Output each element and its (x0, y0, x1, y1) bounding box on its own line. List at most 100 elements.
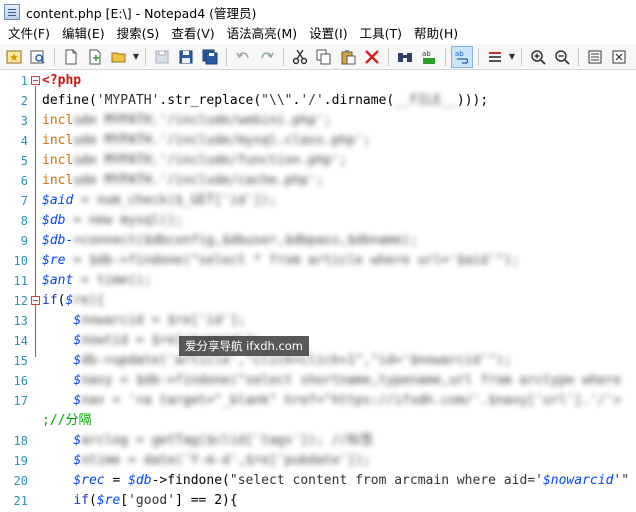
code-token: = $db->findone("select * from article wh… (65, 253, 520, 268)
favorites-icon[interactable] (3, 46, 25, 68)
code-text: include MYPATH.'/include/webini.php'; (42, 111, 332, 131)
open-folder-icon[interactable] (108, 46, 130, 68)
zoom-out-icon[interactable] (551, 46, 573, 68)
code-line[interactable]: 10 $re = $db->findone("select * from arti… (0, 251, 636, 271)
line-number: 15 (13, 354, 28, 368)
code-token: $ant (42, 273, 74, 288)
code-token: $ (73, 313, 82, 328)
delete-icon[interactable] (361, 46, 383, 68)
code-token: ntime = date('Y-m-d',$re['pubdate']); (81, 453, 371, 468)
toolbar-separator (145, 47, 146, 66)
code-text: $rec = $db->findone("select content from… (42, 471, 629, 491)
notepad-app-icon (4, 4, 20, 20)
menu-tools[interactable]: 工具(T) (354, 24, 408, 44)
code-token: incl (42, 113, 74, 128)
code-line[interactable]: 17 $nav = '<a target="_blank" href="http… (0, 391, 636, 411)
save-icon[interactable] (175, 46, 197, 68)
code-line[interactable]: 6 include MYPATH.'/include/cache.php'; (0, 171, 636, 191)
code-line[interactable]: 13 $nowarcid = $re['id']; (0, 311, 636, 331)
cut-icon[interactable] (289, 46, 311, 68)
find-icon[interactable] (394, 46, 416, 68)
code-line[interactable]: 7 $aid = num_check($_GET['id']); (0, 191, 636, 211)
code-token: $db- (42, 233, 74, 248)
code-token: if (42, 293, 58, 308)
toolbar-separator (54, 47, 55, 66)
toolbar-separator (578, 47, 579, 66)
code-token: <?php (42, 73, 82, 88)
code-line[interactable]: 19 $ntime = date('Y-m-d',$re['pubdate'])… (0, 451, 636, 471)
code-token: ude MYPATH.'/include/function.php'; (73, 153, 348, 168)
menu-edit[interactable]: 编辑(E) (56, 24, 111, 44)
fold-guide (35, 86, 36, 357)
undo-icon[interactable] (232, 46, 254, 68)
find-in-files-icon[interactable] (27, 46, 49, 68)
menu-syntax[interactable]: 语法高亮(M) (221, 24, 304, 44)
save-all-icon[interactable] (199, 46, 221, 68)
code-token: nav = '<a target="_blank" href="https://… (81, 393, 622, 408)
line-number: 13 (13, 314, 28, 328)
code-line[interactable]: 3 include MYPATH.'/include/webini.php'; (0, 111, 636, 131)
code-line[interactable]: 15 $db->update('article',"click=click+1"… (0, 351, 636, 371)
toolbar-separator (521, 47, 522, 66)
code-line[interactable]: 9 $db->connect($dbconfig,$dbuser,$dbpass,… (0, 231, 636, 251)
menu-search[interactable]: 搜索(S) (111, 24, 166, 44)
code-token: = time(); (73, 273, 152, 288)
code-token: = num_check($_GET['id']); (73, 193, 277, 208)
toolbar-separator (226, 47, 227, 66)
code-line[interactable]: ;//分隔 (0, 411, 636, 431)
settings-icon[interactable] (584, 46, 606, 68)
code-text: $ntime = date('Y-m-d',$re['pubdate']); (42, 451, 371, 471)
code-token: ( (88, 493, 97, 508)
word-wrap-icon[interactable]: ab (451, 45, 473, 68)
menu-view[interactable]: 查看(V) (165, 24, 220, 44)
watermark: 爱分享导航 ifxdh.com (179, 336, 310, 356)
toolbar-separator (478, 47, 479, 66)
zoom-in-icon[interactable] (527, 46, 549, 68)
scheme-icon[interactable] (484, 46, 506, 68)
menu-settings[interactable]: 设置(I) (303, 24, 353, 44)
code-line[interactable]: 11 $ant = time(); (0, 271, 636, 291)
code-text: $aid = num_check($_GET['id']); (42, 191, 277, 211)
code-text: $re = $db->findone("select * from articl… (42, 251, 519, 271)
code-token: '" (613, 473, 630, 488)
code-token: arclog = getTag($clid['tags']); //标签 (81, 433, 374, 448)
code-line[interactable]: 4 include MYPATH.'/include/mysql.class.ph… (0, 131, 636, 151)
new-file-icon[interactable] (60, 46, 82, 68)
new-window-icon[interactable] (84, 46, 106, 68)
replace-icon[interactable]: ab (418, 46, 440, 68)
code-line[interactable]: 8 $db = new mysql(); (0, 211, 636, 231)
menu-help[interactable]: 帮助(H) (408, 24, 464, 44)
toolbar-separator (388, 47, 389, 66)
menu-file[interactable]: 文件(F) (2, 24, 56, 44)
line-number: 11 (13, 274, 28, 288)
window-title: content.php [E:\] - Notepad4 (管理员) (26, 5, 257, 21)
code-line[interactable]: 18 $arclog = getTag($clid['tags']); //标签 (0, 431, 636, 451)
save-disabled-icon[interactable] (151, 46, 173, 68)
code-line[interactable]: 21 if($re['good'] == 2){ (0, 491, 636, 511)
code-line[interactable]: 14 $nowtid = $re['typeid']; (0, 331, 636, 351)
chevron-down-icon[interactable]: ▼ (131, 46, 141, 68)
code-line[interactable]: 2 define('MYPATH'.str_replace("\\".'/'.di… (0, 91, 636, 111)
line-number: 8 (20, 214, 28, 228)
line-number: 14 (13, 334, 28, 348)
code-token: $db (128, 473, 152, 488)
code-line[interactable]: 20 $rec = $db->findone("select content f… (0, 471, 636, 491)
fold-toggle-icon[interactable] (31, 76, 40, 85)
code-token: $re (96, 493, 121, 508)
fold-toggle-icon[interactable] (31, 296, 40, 305)
code-editor[interactable]: 1 <?php 2 define('MYPATH'.str_replace("\\".… (0, 71, 636, 512)
paste-icon[interactable] (337, 46, 359, 68)
code-line[interactable]: 16 $navy = $db->findone("select shortnam… (0, 371, 636, 391)
line-number: 16 (13, 374, 28, 388)
title-bar: content.php [E:\] - Notepad4 (管理员) (0, 0, 636, 24)
code-line[interactable]: 12 if($re){ (0, 291, 636, 311)
code-line[interactable]: 5 include MYPATH.'/include/function.php'; (0, 151, 636, 171)
redo-icon[interactable] (256, 46, 278, 68)
line-number: 20 (13, 474, 28, 488)
code-line[interactable]: 1 <?php (0, 71, 636, 91)
close-icon[interactable] (608, 46, 630, 68)
chevron-down-icon[interactable]: ▼ (507, 46, 517, 68)
copy-icon[interactable] (313, 46, 335, 68)
